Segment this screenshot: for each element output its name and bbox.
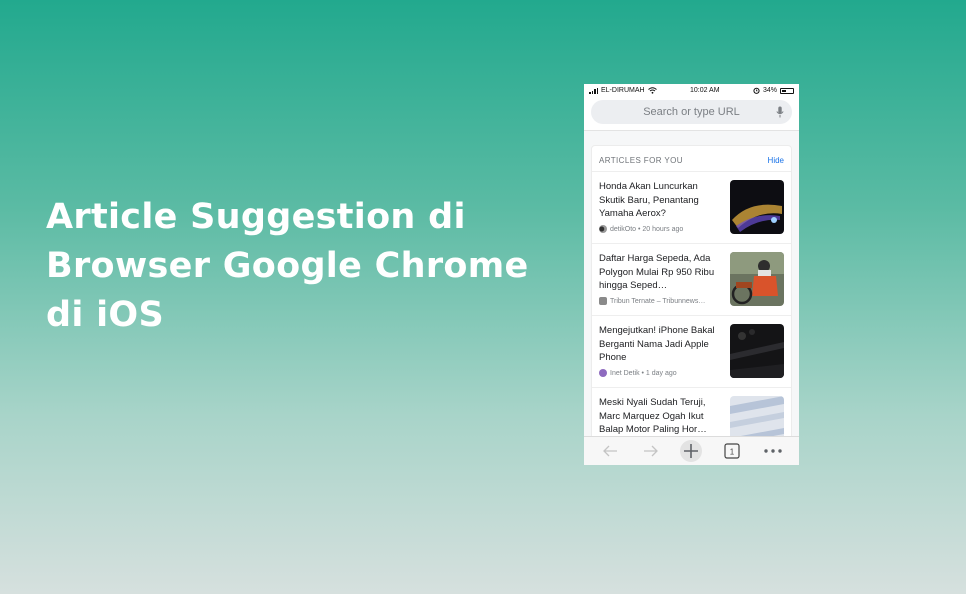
alarm-icon [753, 87, 760, 94]
omnibox[interactable] [591, 100, 792, 124]
tab-switcher-button[interactable]: 1 [720, 440, 744, 462]
article-item[interactable]: Honda Akan Luncurkan Skutik Baru, Penant… [592, 171, 791, 243]
new-tab-button[interactable] [679, 440, 703, 462]
headline-line-3: di iOS [46, 295, 164, 335]
article-source-text: Tribun Ternate – Tribunnews… [610, 297, 706, 305]
articles-section-title: ARTICLES FOR YOU [599, 156, 683, 165]
phone-screenshot: EL-DIRUMAH 10:02 AM 34% ARTICLES FOR YOU… [584, 84, 799, 465]
article-title: Mengejutkan! iPhone Bakal Berganti Nama … [599, 325, 715, 363]
articles-card: ARTICLES FOR YOU Hide Honda Akan Luncurk… [591, 145, 792, 445]
article-source: detikOto • 20 hours ago [599, 225, 724, 233]
article-source-text: Inet Detik • 1 day ago [610, 369, 677, 377]
search-input[interactable] [616, 106, 767, 118]
article-thumbnail [730, 252, 784, 306]
menu-button[interactable] [761, 440, 785, 462]
plus-icon [680, 440, 703, 462]
status-bar: EL-DIRUMAH 10:02 AM 34% [584, 84, 799, 97]
headline: Article Suggestion di Browser Google Chr… [46, 193, 529, 340]
article-title: Meski Nyali Sudah Teruji, Marc Marquez O… [599, 397, 707, 435]
battery-icon [780, 87, 794, 94]
back-arrow-icon [603, 445, 618, 457]
article-thumbnail [730, 180, 784, 234]
source-favicon-icon [599, 369, 607, 377]
signal-icon [589, 87, 598, 94]
wifi-icon [647, 87, 657, 94]
forward-arrow-icon [643, 445, 658, 457]
article-source: Tribun Ternate – Tribunnews… [599, 297, 724, 305]
tab-switcher-icon: 1 [724, 443, 740, 459]
hide-button[interactable]: Hide [768, 156, 784, 165]
battery-percent: 34% [762, 87, 777, 94]
omnibox-area [584, 97, 799, 131]
status-time: 10:02 AM [689, 87, 720, 94]
article-item[interactable]: Daftar Harga Sepeda, Ada Polygon Mulai R… [592, 243, 791, 315]
headline-line-1: Article Suggestion di [46, 197, 466, 237]
article-source-text: detikOto • 20 hours ago [610, 225, 684, 233]
article-title: Honda Akan Luncurkan Skutik Baru, Penant… [599, 181, 699, 219]
article-item[interactable]: Mengejutkan! iPhone Bakal Berganti Nama … [592, 315, 791, 387]
more-dots-icon [763, 449, 782, 453]
article-thumbnail [730, 324, 784, 378]
tab-count: 1 [730, 448, 735, 457]
article-source: Inet Detik • 1 day ago [599, 369, 724, 377]
forward-button[interactable] [639, 440, 663, 462]
carrier-name: EL-DIRUMAH [601, 87, 645, 94]
headline-line-2: Browser Google Chrome [46, 246, 529, 286]
source-favicon-icon [599, 297, 607, 305]
bottom-toolbar: 1 [584, 436, 799, 465]
new-tab-content: ARTICLES FOR YOU Hide Honda Akan Luncurk… [584, 131, 799, 445]
article-title: Daftar Harga Sepeda, Ada Polygon Mulai R… [599, 253, 715, 291]
articles-header: ARTICLES FOR YOU Hide [592, 146, 791, 171]
microphone-icon[interactable] [776, 106, 784, 118]
back-button[interactable] [598, 440, 622, 462]
source-favicon-icon [599, 225, 607, 233]
